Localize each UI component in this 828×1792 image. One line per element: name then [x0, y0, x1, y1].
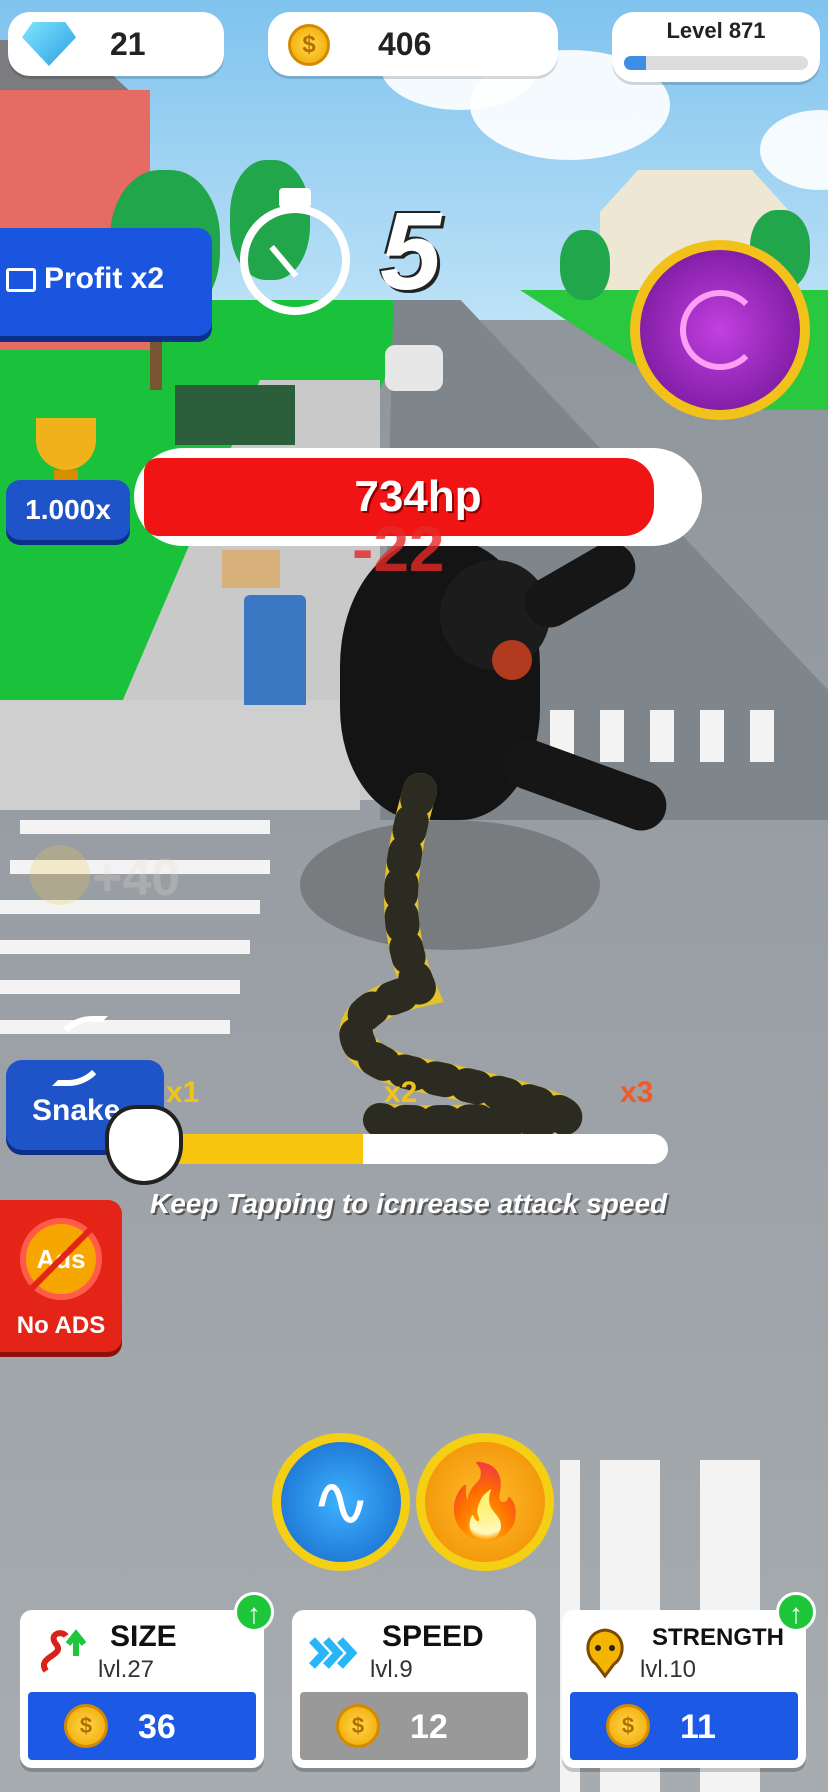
snake-skill-button[interactable]: ∿ — [272, 1433, 410, 1571]
upgrade-available-icon: ↑ — [234, 1592, 274, 1632]
damage-popup: -22 — [352, 513, 445, 585]
gem-icon — [22, 22, 76, 66]
video-ad-icon — [6, 268, 36, 292]
speed-buy-button[interactable]: $ 12 — [300, 1692, 528, 1760]
timer-countdown: 5 — [380, 190, 442, 313]
size-upgrade-card[interactable]: SIZE lvl.27 $ 36 ↑ — [20, 1592, 274, 1768]
coin-count: 406 — [378, 26, 432, 62]
strength-price: 11 — [680, 1708, 716, 1746]
tornado-icon — [680, 290, 760, 370]
size-title: SIZE — [110, 1620, 177, 1653]
upgrade-available-icon: ↑ — [776, 1592, 816, 1632]
level-progress-fill — [624, 56, 647, 70]
multiplier-mark-x3: x3 — [620, 1076, 654, 1109]
coin-icon: $ — [64, 1704, 108, 1748]
coin-counter[interactable]: $ 406 — [268, 12, 558, 76]
snake-icon: ∿ — [310, 1462, 372, 1542]
strength-level: lvl.10 — [640, 1656, 697, 1683]
coin-icon: $ — [336, 1704, 380, 1748]
stopwatch-icon — [240, 205, 350, 315]
gem-count: 21 — [110, 26, 146, 62]
speed-level: lvl.9 — [370, 1656, 413, 1683]
strength-buy-button[interactable]: $ 11 — [570, 1692, 798, 1760]
cobra-icon — [586, 1628, 624, 1679]
attack-speed-progress-bar — [160, 1134, 668, 1164]
fire-icon: 🔥 — [440, 1462, 530, 1542]
attack-speed-progress-fill — [160, 1134, 364, 1164]
gem-counter[interactable]: 21 — [8, 12, 224, 76]
speed-price: 12 — [410, 1708, 448, 1746]
ghost-coin-icon — [30, 845, 90, 905]
size-price: 36 — [138, 1708, 176, 1746]
multiplier-mark-x1: x1 — [166, 1076, 200, 1109]
speed-upgrade-card[interactable]: SPEED lvl.9 $ 12 — [292, 1610, 536, 1768]
level-label: Level 871 — [666, 18, 766, 43]
speed-title: SPEED — [382, 1620, 484, 1653]
level-indicator: Level 871 — [612, 12, 820, 82]
fire-skill-button[interactable]: 🔥 — [416, 1433, 554, 1571]
speed-chevrons-icon — [309, 1637, 358, 1669]
strength-upgrade-card[interactable]: STRENGTH lvl.10 $ 11 ↑ — [562, 1592, 816, 1768]
strength-title: STRENGTH — [652, 1624, 784, 1651]
size-snake-icon — [41, 1629, 87, 1673]
ghost-reward-text: +40 — [92, 849, 181, 907]
profit-x2-button[interactable]: Profit x2 — [0, 228, 212, 336]
tornado-ability-button[interactable] — [630, 240, 810, 420]
multiplier-badge[interactable]: 1.000x — [6, 480, 130, 540]
no-ads-button[interactable]: Ads No ADS — [0, 1200, 122, 1352]
snake-fang-icon — [105, 1105, 183, 1185]
level-progress-bar — [624, 56, 808, 70]
coin-icon: $ — [606, 1704, 650, 1748]
size-buy-button[interactable]: $ 36 — [28, 1692, 256, 1760]
multiplier-mark-x2: x2 — [384, 1076, 418, 1109]
coin-icon: $ — [288, 24, 330, 66]
tap-hint-text: Keep Tapping to icnrease attack speed — [150, 1188, 668, 1219]
no-ads-label: No ADS — [16, 1312, 106, 1339]
profit-label: Profit x2 — [44, 262, 165, 295]
size-level: lvl.27 — [98, 1656, 155, 1683]
